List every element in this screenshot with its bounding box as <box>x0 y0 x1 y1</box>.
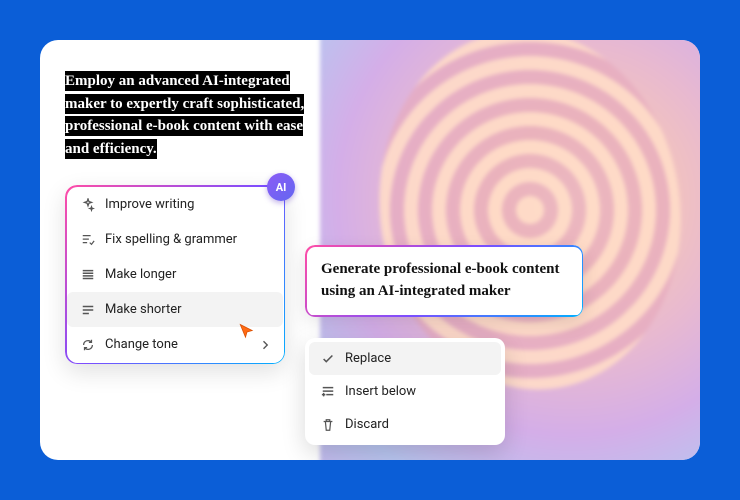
action-label: Discard <box>345 417 389 432</box>
menu-item-label: Improve writing <box>105 197 194 212</box>
sparkle-icon <box>81 198 95 212</box>
action-replace[interactable]: Replace <box>309 342 501 375</box>
action-discard[interactable]: Discard <box>309 408 501 441</box>
menu-item-label: Make longer <box>105 267 176 282</box>
menu-item-label: Change tone <box>105 337 178 352</box>
selected-text-content: Employ an advanced AI-integrated maker t… <box>65 71 304 159</box>
action-label: Replace <box>345 351 391 366</box>
chevron-right-icon <box>259 339 271 351</box>
lines-short-icon <box>81 303 95 317</box>
check-text-icon <box>81 233 95 247</box>
ai-result-text: Generate professional e-book content usi… <box>321 261 559 299</box>
content-area: Employ an advanced AI-integrated maker t… <box>40 40 700 460</box>
refresh-icon <box>81 338 95 352</box>
check-icon <box>321 352 335 366</box>
insert-below-icon <box>321 385 335 399</box>
app-frame: Employ an advanced AI-integrated maker t… <box>40 40 700 460</box>
menu-item-label: Make shorter <box>105 302 182 317</box>
action-insert-below[interactable]: Insert below <box>309 375 501 408</box>
selected-text[interactable]: Employ an advanced AI-integrated maker t… <box>65 70 315 160</box>
action-label: Insert below <box>345 384 416 399</box>
cursor-icon <box>238 323 256 341</box>
trash-icon <box>321 418 335 432</box>
menu-item-fix-spelling[interactable]: Fix spelling & grammer <box>67 222 283 257</box>
ai-result-box: Generate professional e-book content usi… <box>305 245 583 317</box>
menu-item-make-longer[interactable]: Make longer <box>67 257 283 292</box>
menu-item-make-shorter[interactable]: Make shorter <box>67 292 283 327</box>
menu-item-label: Fix spelling & grammer <box>105 232 237 247</box>
menu-item-improve-writing[interactable]: Improve writing <box>67 187 283 222</box>
lines-long-icon <box>81 268 95 282</box>
result-actions-menu: Replace Insert below Discard <box>305 338 505 445</box>
